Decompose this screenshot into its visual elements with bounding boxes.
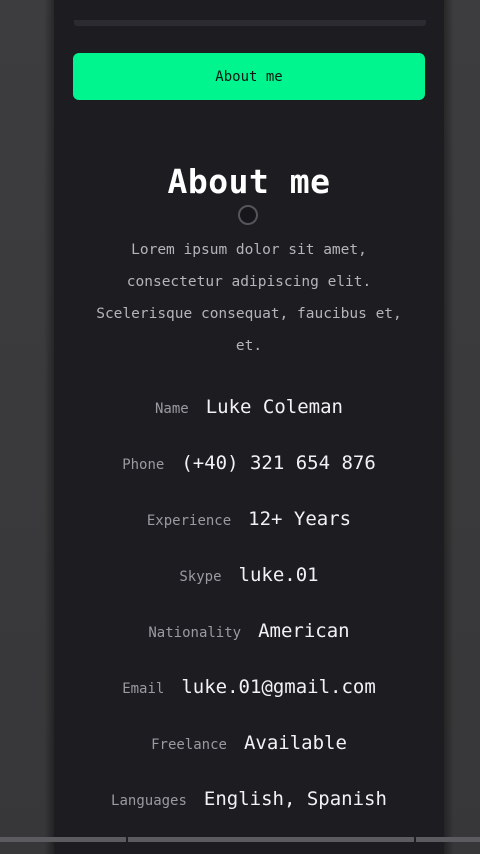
about-panel — [54, 0, 444, 854]
info-value: English, Spanish — [203, 788, 387, 810]
info-row-email: Email luke.01@gmail.com — [54, 676, 444, 698]
info-label: Freelance — [151, 737, 227, 753]
intro-line: Lorem ipsum dolor sit amet, — [131, 242, 367, 258]
info-value: 12+ Years — [248, 508, 352, 530]
info-label: Name — [155, 401, 189, 417]
intro-line: et. — [235, 338, 263, 354]
info-row-phone: Phone (+40) 321 654 876 — [54, 452, 444, 474]
info-label: Experience — [146, 513, 232, 529]
info-label: Email — [122, 681, 165, 697]
info-value: (+40) 321 654 876 — [181, 452, 376, 474]
panel-shadow-left — [44, 0, 54, 854]
info-row-languages: Languages English, Spanish — [54, 788, 444, 810]
top-strip — [74, 20, 426, 26]
info-label: Nationality — [148, 625, 242, 641]
info-label: Phone — [122, 457, 165, 473]
info-row-freelance: Freelance Available — [54, 732, 444, 754]
info-row-skype: Skype luke.01 — [54, 564, 444, 586]
info-value[interactable]: luke.01@gmail.com — [181, 676, 375, 698]
page-title: About me — [167, 162, 331, 201]
info-label: Skype — [179, 569, 222, 585]
intro-line: consectetur adipiscing elit. — [126, 274, 372, 290]
intro-line: Scelerisque consequat, faucibus et, — [96, 306, 402, 322]
info-value: luke.01 — [238, 564, 319, 586]
info-value: Luke Coleman — [205, 396, 343, 418]
panel-shadow-right — [444, 0, 454, 854]
about-me-button[interactable]: About me — [73, 53, 425, 100]
video-progress-bar[interactable] — [0, 837, 480, 842]
info-row-experience: Experience 12+ Years — [54, 508, 444, 530]
info-row-name: Name Luke Coleman — [54, 396, 444, 418]
info-label: Languages — [111, 793, 187, 809]
intro-paragraph: Lorem ipsum dolor sit amet, consectetur … — [74, 234, 424, 362]
info-value: Available — [243, 732, 347, 754]
progress-divider — [414, 837, 416, 842]
info-row-nationality: Nationality American — [54, 620, 444, 642]
info-value: American — [258, 620, 350, 642]
circle-cursor-icon — [238, 205, 258, 225]
progress-divider — [126, 837, 128, 842]
